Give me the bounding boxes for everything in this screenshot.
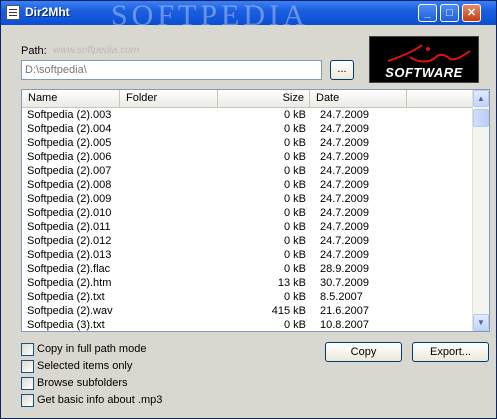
file-date: 24.7.2009 [320, 193, 369, 205]
file-name: Softpedia (2).003 [27, 109, 112, 121]
file-date: 24.7.2009 [320, 165, 369, 177]
file-date: 24.7.2009 [320, 109, 369, 121]
window-title: Dir2Mht [25, 5, 70, 19]
file-name: Softpedia (2).013 [27, 249, 112, 261]
file-name: Softpedia (2).007 [27, 165, 112, 177]
scroll-up-arrow-icon[interactable]: ▲ [473, 90, 489, 107]
column-header-date[interactable]: Date [310, 90, 407, 107]
file-size: 0 kB [283, 193, 306, 205]
table-row[interactable]: Softpedia (2).004 0 kB 24.7.2009 [22, 122, 473, 136]
file-size: 0 kB [283, 151, 306, 163]
file-size: 0 kB [283, 137, 306, 149]
file-date: 21.6.2007 [320, 305, 369, 317]
file-date: 24.7.2009 [320, 179, 369, 191]
table-row[interactable]: Softpedia (3).txt 0 kB 10.8.2007 [22, 318, 473, 331]
table-row[interactable]: Softpedia (2).005 0 kB 24.7.2009 [22, 136, 473, 150]
file-date: 24.7.2009 [320, 151, 369, 163]
file-date: 24.7.2009 [320, 207, 369, 219]
table-row[interactable]: Softpedia (2).008 0 kB 24.7.2009 [22, 178, 473, 192]
maximize-button[interactable]: □ [440, 4, 459, 22]
file-date: 10.8.2007 [320, 319, 369, 331]
table-row[interactable]: Softpedia (2).flac 0 kB 28.9.2009 [22, 262, 473, 276]
file-name: Softpedia (2).010 [27, 207, 112, 219]
file-name: Softpedia (3).txt [27, 319, 105, 331]
table-row[interactable]: Softpedia (2).003 0 kB 24.7.2009 [22, 108, 473, 122]
main-window: Dir2Mht SOFTPEDIA _ □ ✕ Path: www.softpe… [0, 0, 497, 419]
option-label: Copy in full path mode [37, 343, 147, 355]
file-name: Softpedia (2).009 [27, 193, 112, 205]
file-size: 0 kB [283, 235, 306, 247]
table-row[interactable]: Softpedia (2).013 0 kB 24.7.2009 [22, 248, 473, 262]
file-name: Softpedia (2).012 [27, 235, 112, 247]
list-header: Name Folder Size Date [22, 90, 473, 108]
file-size: 13 kB [277, 277, 306, 289]
file-name: Softpedia (2).008 [27, 179, 112, 191]
scroll-thumb[interactable] [473, 109, 489, 127]
file-name: Softpedia (2).wav [27, 305, 113, 317]
file-date: 30.7.2009 [320, 277, 369, 289]
table-row[interactable]: Softpedia (2).012 0 kB 24.7.2009 [22, 234, 473, 248]
file-size: 0 kB [283, 165, 306, 177]
file-size: 0 kB [283, 179, 306, 191]
file-size: 0 kB [283, 123, 306, 135]
software-logo: SOFTWARE [369, 36, 479, 83]
file-name: Softpedia (2).006 [27, 151, 112, 163]
file-size: 0 kB [283, 291, 306, 303]
column-header-folder[interactable]: Folder [120, 90, 218, 107]
checkbox-mp3-info[interactable] [21, 394, 34, 407]
logo-text: SOFTWARE [385, 65, 463, 80]
table-row[interactable]: Softpedia (2).006 0 kB 24.7.2009 [22, 150, 473, 164]
file-name: Softpedia (2).flac [27, 263, 111, 275]
title-watermark: SOFTPEDIA [111, 0, 309, 32]
column-header-size[interactable]: Size [218, 90, 310, 107]
minimize-button[interactable]: _ [418, 4, 437, 22]
table-row[interactable]: Softpedia (2).010 0 kB 24.7.2009 [22, 206, 473, 220]
file-name: Softpedia (2).005 [27, 137, 112, 149]
export-button[interactable]: Export... [412, 342, 489, 362]
watermark-url: www.softpedia.com [53, 45, 140, 56]
file-date: 24.7.2009 [320, 123, 369, 135]
file-size: 0 kB [283, 221, 306, 233]
file-name: Softpedia (2).004 [27, 123, 112, 135]
table-row[interactable]: Softpedia (2).011 0 kB 24.7.2009 [22, 220, 473, 234]
file-size: 415 kB [271, 305, 306, 317]
path-input[interactable] [21, 60, 322, 80]
file-name: Softpedia (2).011 [27, 221, 111, 233]
browse-button[interactable]: ... [330, 60, 354, 80]
close-button[interactable]: ✕ [462, 4, 481, 22]
table-row[interactable]: Softpedia (2).htm 13 kB 30.7.2009 [22, 276, 473, 290]
path-label: Path: [21, 45, 47, 57]
vertical-scrollbar[interactable]: ▲ ▼ [472, 90, 489, 331]
file-date: 24.7.2009 [320, 235, 369, 247]
checkbox-browse-subfolders[interactable] [21, 377, 34, 390]
copy-button[interactable]: Copy [325, 342, 402, 362]
file-list[interactable]: Name Folder Size Date Softpedia (2).003 0… [21, 89, 490, 332]
file-size: 0 kB [283, 207, 306, 219]
file-date: 24.7.2009 [320, 137, 369, 149]
table-row[interactable]: Softpedia (2).009 0 kB 24.7.2009 [22, 192, 473, 206]
file-name: Softpedia (2).txt [27, 291, 105, 303]
option-label: Browse subfolders [37, 377, 128, 389]
title-bar[interactable]: Dir2Mht SOFTPEDIA _ □ ✕ [1, 0, 496, 32]
table-row[interactable]: Softpedia (2).wav 415 kB 21.6.2007 [22, 304, 473, 318]
file-size: 0 kB [283, 109, 306, 121]
file-date: 28.9.2009 [320, 263, 369, 275]
file-date: 8.5.2007 [320, 291, 363, 303]
app-icon[interactable] [6, 5, 20, 20]
column-header-name[interactable]: Name [22, 90, 120, 107]
checkbox-full-path[interactable] [21, 343, 34, 356]
file-size: 0 kB [283, 249, 306, 261]
checkbox-selected-only[interactable] [21, 360, 34, 373]
option-label: Get basic info about .mp3 [37, 394, 163, 406]
list-rows: Softpedia (2).003 0 kB 24.7.2009 Softpedia … [22, 108, 473, 331]
table-row[interactable]: Softpedia (2).007 0 kB 24.7.2009 [22, 164, 473, 178]
file-date: 24.7.2009 [320, 249, 369, 261]
file-size: 0 kB [283, 319, 306, 331]
table-row[interactable]: Softpedia (2).txt 0 kB 8.5.2007 [22, 290, 473, 304]
file-name: Softpedia (2).htm [27, 277, 112, 289]
option-label: Selected items only [37, 360, 133, 372]
file-size: 0 kB [283, 263, 306, 275]
scroll-down-arrow-icon[interactable]: ▼ [473, 314, 489, 331]
file-date: 24.7.2009 [320, 221, 369, 233]
